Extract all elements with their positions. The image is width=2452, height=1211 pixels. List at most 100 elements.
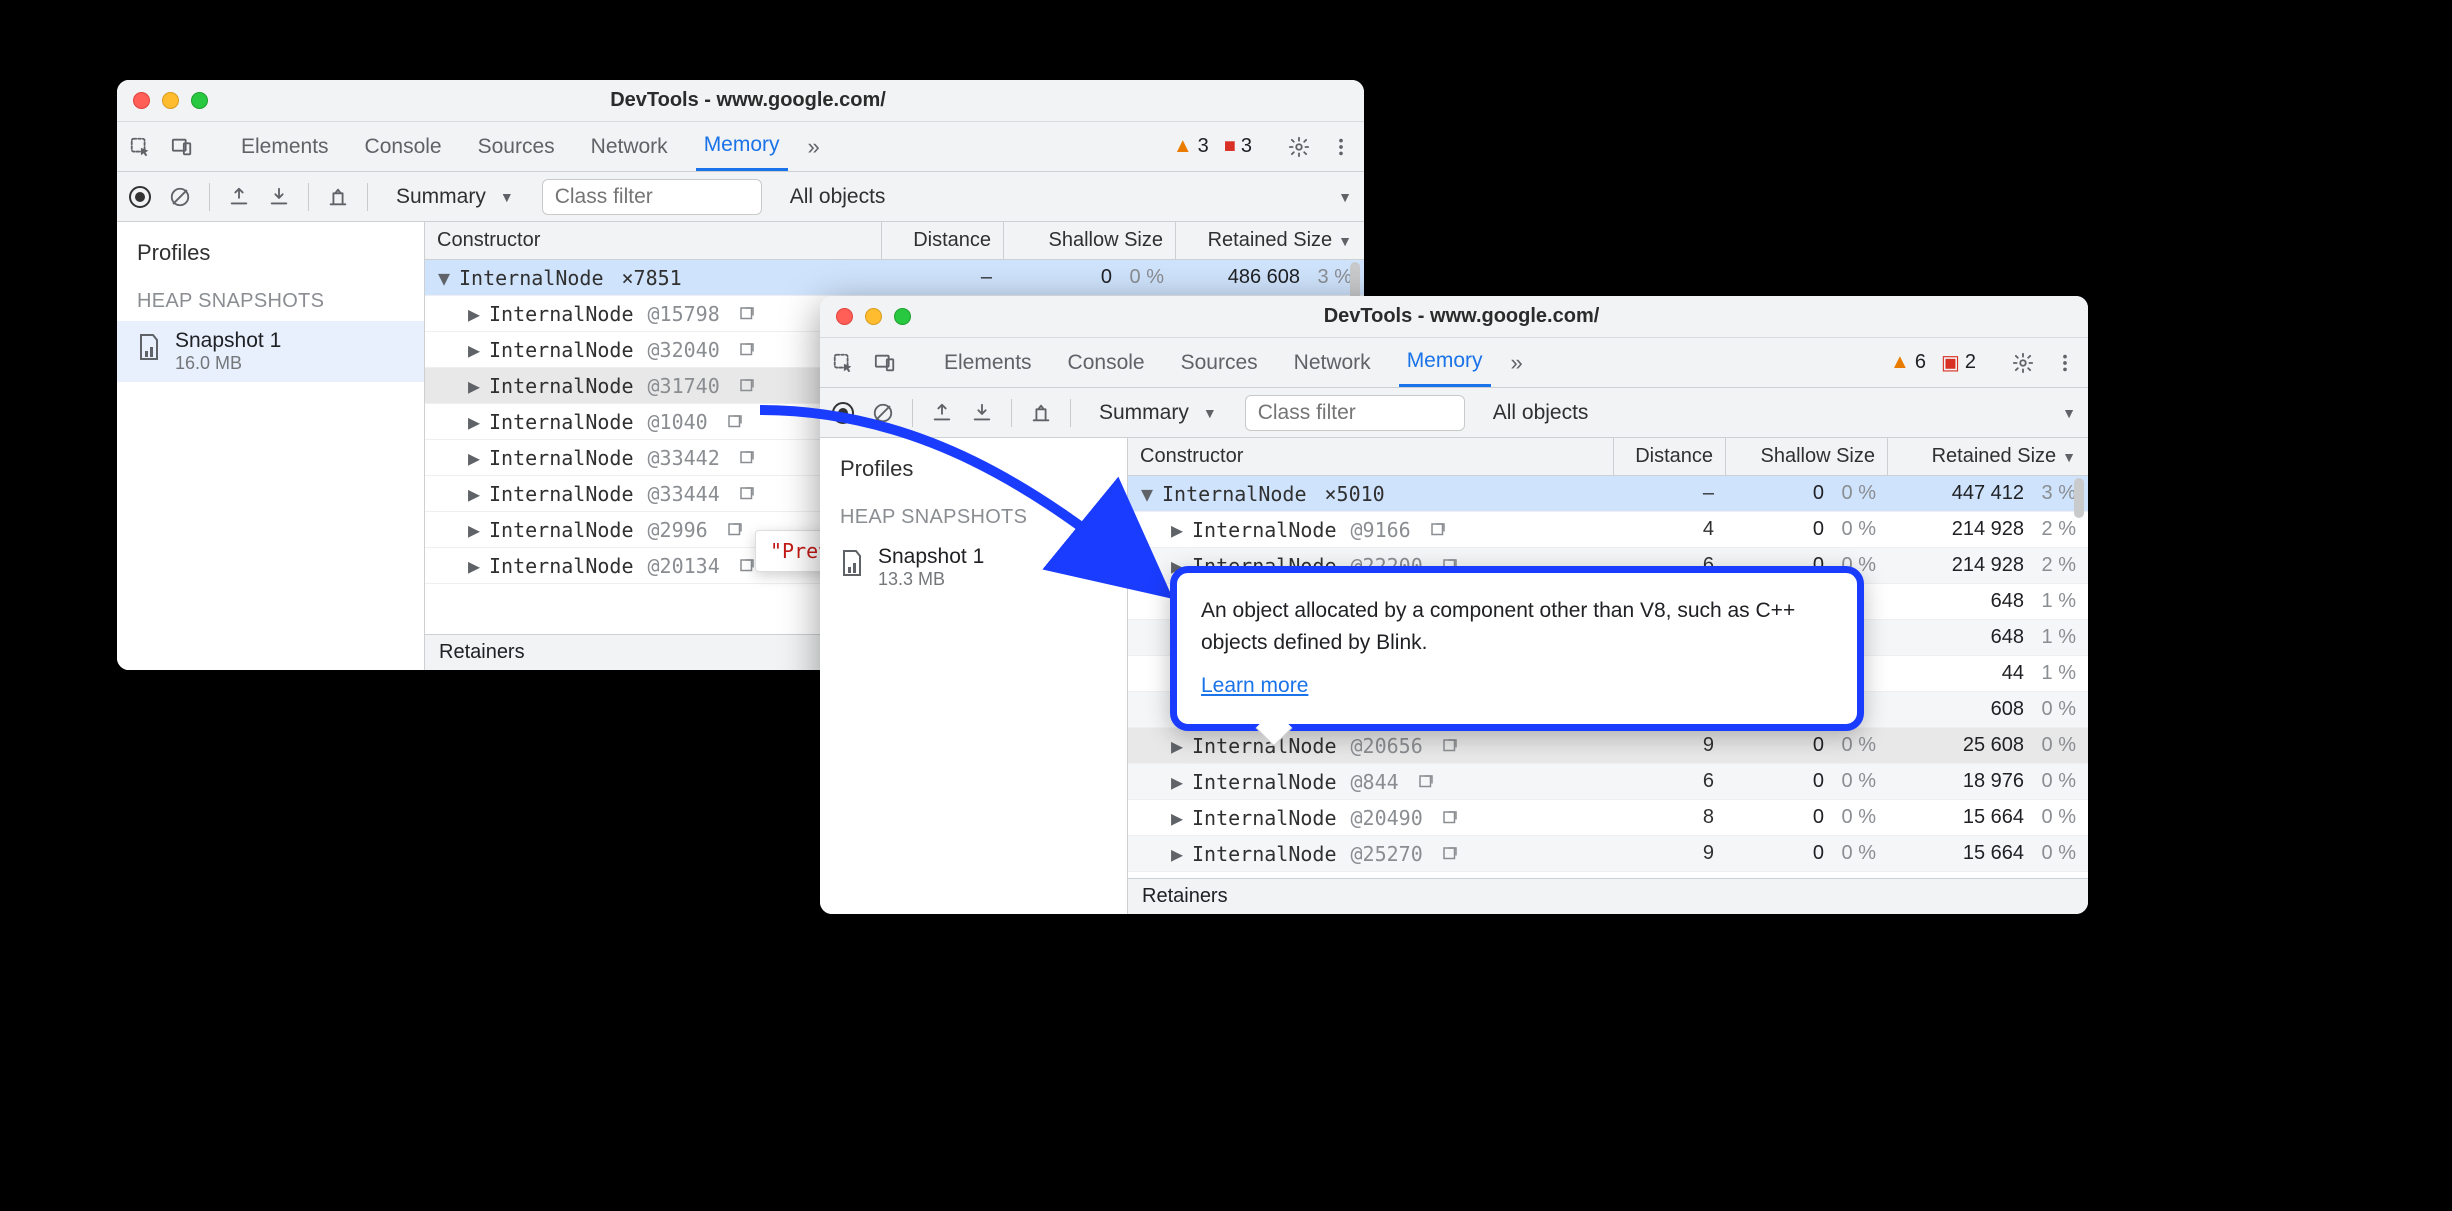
snapshot-item[interactable]: Snapshot 1 13.3 MB [820, 537, 1127, 598]
tab-console[interactable]: Console [357, 122, 450, 171]
close-window-button[interactable] [836, 308, 853, 325]
expand-icon[interactable]: ▶ [467, 302, 481, 326]
kebab-menu-icon[interactable] [1330, 136, 1352, 158]
export-icon[interactable] [228, 186, 250, 208]
tab-console[interactable]: Console [1060, 338, 1153, 387]
minimize-window-button[interactable] [162, 92, 179, 109]
expand-icon[interactable]: ▶ [1170, 842, 1184, 866]
device-toolbar-icon[interactable] [171, 136, 193, 158]
import-icon[interactable] [971, 402, 993, 424]
export-icon[interactable] [931, 402, 953, 424]
tab-memory[interactable]: Memory [1399, 338, 1491, 387]
tab-elements[interactable]: Elements [936, 338, 1040, 387]
expand-icon[interactable]: ▶ [467, 554, 481, 578]
instance-row[interactable]: ▶InternalNode@20490800 %15 6640 % [1128, 800, 2088, 836]
tab-elements[interactable]: Elements [233, 122, 337, 171]
open-in-new-icon[interactable] [726, 413, 744, 431]
learn-more-link[interactable]: Learn more [1201, 670, 1308, 702]
class-filter-input[interactable] [1245, 395, 1465, 431]
record-button[interactable] [129, 186, 151, 208]
instance-row[interactable]: ▶InternalNode@25270900 %15 6640 % [1128, 836, 2088, 872]
close-window-button[interactable] [133, 92, 150, 109]
distance-cell: – [882, 260, 1004, 295]
device-toolbar-icon[interactable] [874, 352, 896, 374]
collapse-icon[interactable]: ▼ [1140, 482, 1154, 506]
col-shallow-size[interactable]: Shallow Size [1004, 222, 1176, 259]
clear-button[interactable] [169, 186, 191, 208]
open-in-new-icon[interactable] [1441, 809, 1459, 827]
open-in-new-icon[interactable] [738, 557, 756, 575]
collapse-icon[interactable]: ▼ [437, 266, 451, 290]
record-button[interactable] [832, 402, 854, 424]
kebab-menu-icon[interactable] [2054, 352, 2076, 374]
open-in-new-icon[interactable] [1441, 737, 1459, 755]
constructor-name: InternalNode [459, 266, 604, 290]
inspect-element-icon[interactable] [832, 352, 854, 374]
settings-gear-icon[interactable] [1288, 136, 1310, 158]
col-retained-size[interactable]: Retained Size ▼ [1888, 438, 2088, 475]
warnings-badge[interactable]: ▲ 6 ▣ 2 [1890, 350, 1976, 375]
constructor-row[interactable]: ▼ InternalNode ×7851 – 00 % 486 6083 % [425, 260, 1364, 296]
col-distance[interactable]: Distance [1614, 438, 1726, 475]
view-mode-select[interactable]: Summary ▼ [1089, 401, 1227, 425]
objects-filter-select[interactable]: All objects [780, 185, 896, 209]
open-in-new-icon[interactable] [1417, 773, 1435, 791]
open-in-new-icon[interactable] [738, 341, 756, 359]
class-filter-input[interactable] [542, 179, 762, 215]
col-constructor[interactable]: Constructor [425, 222, 882, 259]
instance-row[interactable]: ▶InternalNode@844600 %18 9760 % [1128, 764, 2088, 800]
more-tabs-button[interactable]: » [1511, 350, 1523, 376]
settings-gear-icon[interactable] [2012, 352, 2034, 374]
col-constructor[interactable]: Constructor [1128, 438, 1614, 475]
tab-network[interactable]: Network [583, 122, 676, 171]
object-id: @33444 [648, 482, 720, 506]
snapshot-item[interactable]: Snapshot 1 16.0 MB [117, 321, 424, 382]
expand-icon[interactable]: ▶ [1170, 806, 1184, 830]
expand-icon[interactable]: ▶ [1170, 518, 1184, 542]
expand-icon[interactable]: ▶ [467, 482, 481, 506]
expand-icon[interactable]: ▶ [467, 446, 481, 470]
object-name: InternalNode [1192, 806, 1337, 830]
expand-icon[interactable]: ▶ [467, 518, 481, 542]
open-in-new-icon[interactable] [738, 377, 756, 395]
open-in-new-icon[interactable] [1441, 845, 1459, 863]
more-tabs-button[interactable]: » [808, 134, 820, 160]
open-in-new-icon[interactable] [738, 305, 756, 323]
col-shallow-size[interactable]: Shallow Size [1726, 438, 1888, 475]
scrollbar[interactable] [2072, 478, 2086, 876]
col-retained-size[interactable]: Retained Size ▼ [1176, 222, 1364, 259]
warnings-badge[interactable]: ▲ 3 ■ 3 [1173, 135, 1252, 158]
clear-button[interactable] [872, 402, 894, 424]
collect-garbage-icon[interactable] [1030, 402, 1052, 424]
tab-network[interactable]: Network [1286, 338, 1379, 387]
tab-sources[interactable]: Sources [1173, 338, 1266, 387]
objects-filter-select[interactable]: All objects [1483, 401, 1599, 425]
import-icon[interactable] [268, 186, 290, 208]
col-distance[interactable]: Distance [882, 222, 1004, 259]
constructor-row[interactable]: ▼ InternalNode ×5010 – 00 % 447 4123 % [1128, 476, 2088, 512]
open-in-new-icon[interactable] [738, 449, 756, 467]
distance-cell: – [1614, 476, 1726, 511]
open-in-new-icon[interactable] [1429, 521, 1447, 539]
chevron-down-icon[interactable]: ▼ [2062, 405, 2076, 421]
zoom-window-button[interactable] [894, 308, 911, 325]
open-in-new-icon[interactable] [738, 485, 756, 503]
view-mode-select[interactable]: Summary ▼ [386, 185, 524, 209]
zoom-window-button[interactable] [191, 92, 208, 109]
expand-icon[interactable]: ▶ [1170, 770, 1184, 794]
collect-garbage-icon[interactable] [327, 186, 349, 208]
expand-icon[interactable]: ▶ [1170, 734, 1184, 758]
expand-icon[interactable]: ▶ [467, 338, 481, 362]
inspect-element-icon[interactable] [129, 136, 151, 158]
retainers-bar[interactable]: Retainers [1128, 878, 2088, 914]
snapshots-section-label: HEAP SNAPSHOTS [117, 274, 424, 321]
expand-icon[interactable]: ▶ [467, 410, 481, 434]
open-in-new-icon[interactable] [726, 521, 744, 539]
tab-sources[interactable]: Sources [470, 122, 563, 171]
minimize-window-button[interactable] [865, 308, 882, 325]
chevron-down-icon[interactable]: ▼ [1338, 189, 1352, 205]
tab-memory[interactable]: Memory [696, 122, 788, 171]
instance-row[interactable]: ▶InternalNode@9166400 %214 9282 % [1128, 512, 2088, 548]
object-name: InternalNode [489, 338, 634, 362]
expand-icon[interactable]: ▶ [467, 374, 481, 398]
